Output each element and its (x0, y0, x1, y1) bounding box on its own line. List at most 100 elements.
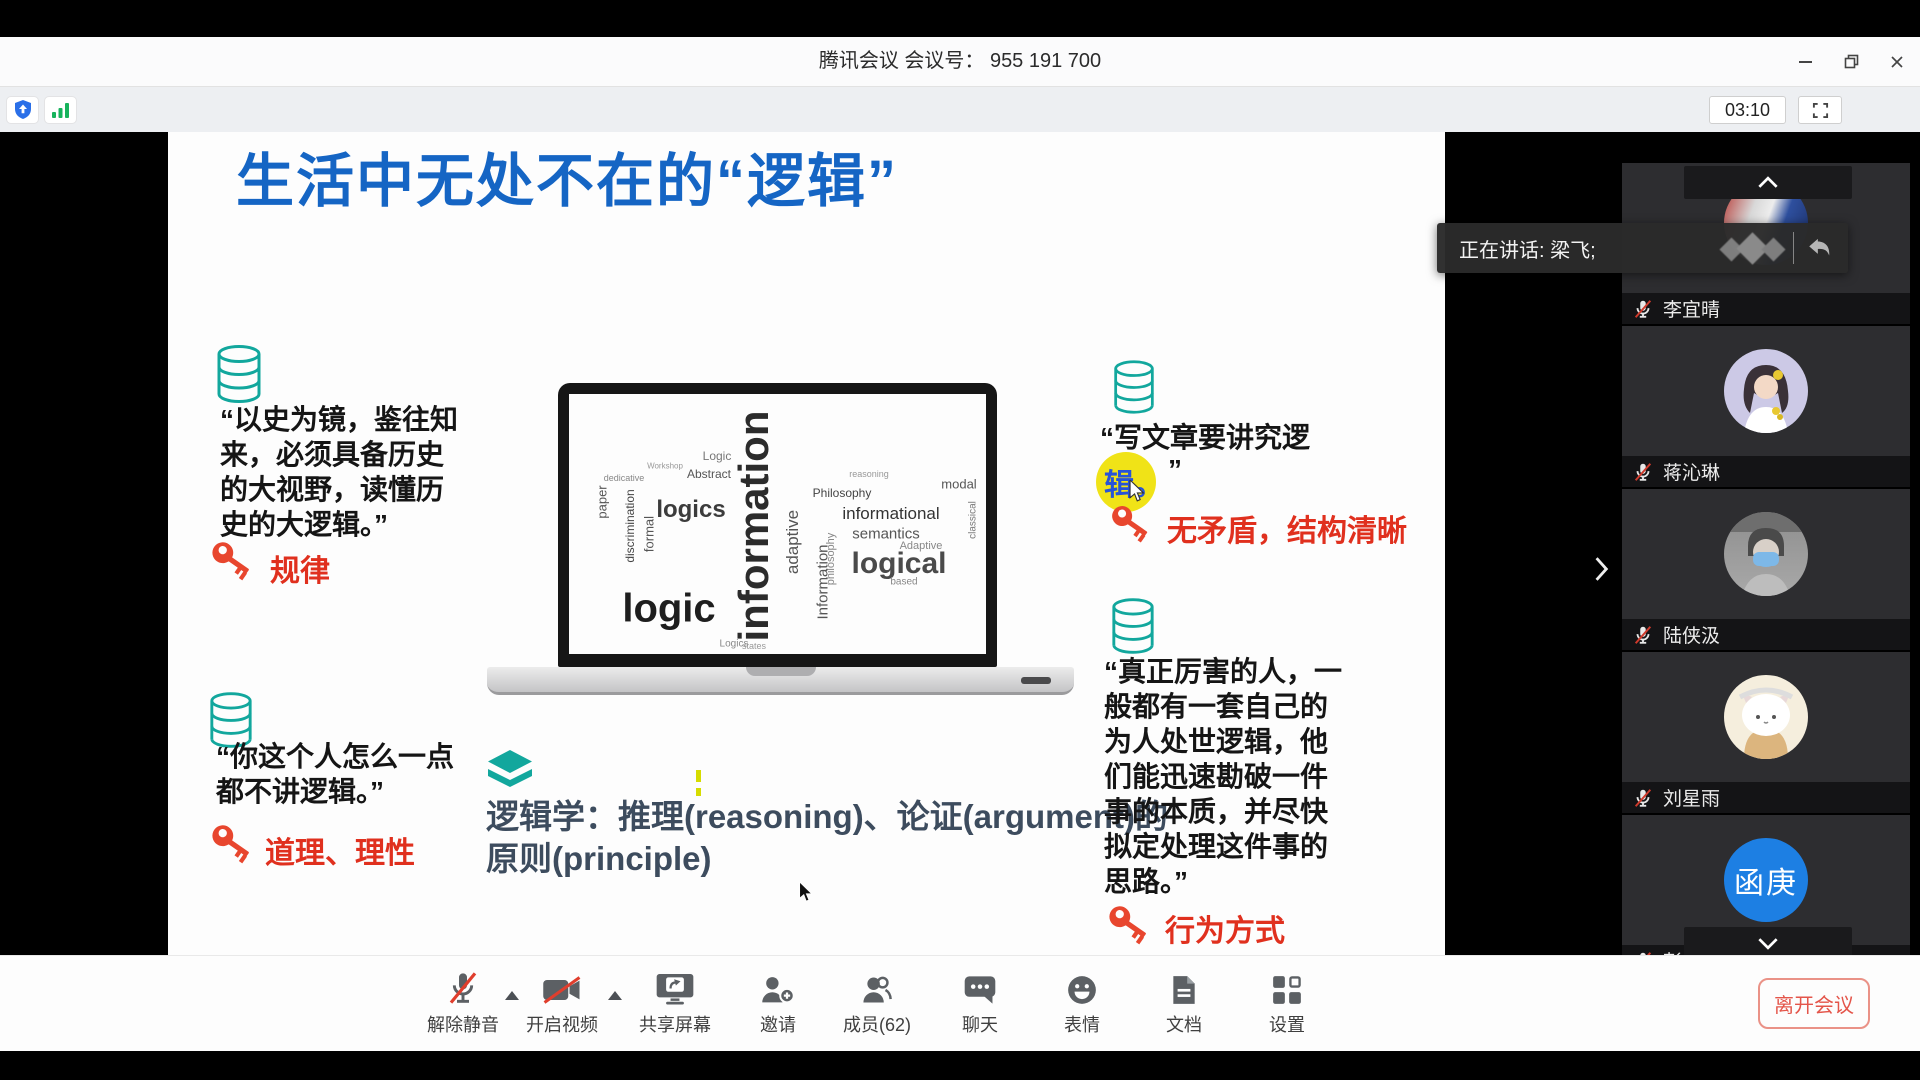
avatar: 函庚 (1724, 838, 1808, 922)
participant-tile[interactable]: 刘星雨 (1622, 652, 1910, 813)
word-cloud-word: discrimination (623, 489, 637, 562)
word-cloud-word: Abstract (687, 467, 731, 481)
members-icon (860, 974, 894, 1006)
participant-name: 蒋沁琳 (1663, 458, 1720, 485)
fullscreen-button[interactable] (1798, 96, 1842, 124)
scroll-down-button[interactable] (1684, 927, 1852, 955)
quote-bold: 逻辑 (300, 776, 356, 807)
key-icon (206, 536, 256, 586)
emoji-button[interactable]: 表情 (1042, 966, 1122, 1037)
layers-icon (487, 748, 533, 790)
invite-button[interactable]: 邀请 (738, 966, 818, 1037)
fullscreen-icon (1812, 102, 1829, 119)
pointer-dash (696, 788, 701, 796)
unmute-button[interactable]: 解除静音 (423, 966, 503, 1037)
chevron-up-icon (1757, 176, 1779, 189)
participant-tile[interactable]: 蒋沁琳 (1622, 326, 1910, 487)
avatar (1724, 349, 1808, 433)
chat-button[interactable]: 聊天 (940, 966, 1020, 1037)
participant-name: 陆侠汲 (1663, 621, 1720, 648)
toolbar-label: 邀请 (760, 1011, 796, 1037)
minimize-icon (1799, 61, 1812, 63)
participants-sidebar: 李宜晴 (1622, 163, 1910, 955)
participant-tile[interactable]: 陆侠汲 (1622, 489, 1910, 650)
word-cloud-word: informational (842, 504, 939, 524)
minimize-button[interactable] (1782, 37, 1828, 86)
laptop-base (487, 667, 1074, 695)
quote-bold: 逻 (1282, 422, 1310, 453)
tencent-meeting-window: 腾讯会议 会议号： 955 191 700 (0, 0, 1920, 1080)
quote-powerful: “真正厉害的人，一般都有一套自己的为人处世逻辑，他们能迅速勘破一件事的本质，并尽… (1104, 654, 1352, 899)
video-options-arrow[interactable] (608, 991, 622, 1000)
mic-options-arrow[interactable] (505, 991, 519, 1000)
participant-video (1622, 489, 1910, 619)
word-cloud-word: formal (642, 516, 657, 552)
key-icon (1106, 500, 1154, 548)
toolbar-label: 成员(62) (843, 1011, 911, 1037)
members-button[interactable]: 成员(62) (837, 966, 917, 1037)
participant-name: 刘星雨 (1663, 784, 1720, 811)
speaking-text: 正在讲话: 梁飞; (1437, 234, 1596, 263)
pointer-dash (696, 770, 701, 782)
participant-name: 李宜晴 (1663, 295, 1720, 322)
docs-button[interactable]: 文档 (1144, 966, 1224, 1037)
closing-quote: ” (1168, 454, 1182, 486)
word-cloud-word: based (890, 577, 917, 588)
sidebar-expand-chevron-icon[interactable] (1594, 556, 1610, 582)
chevron-down-icon (1757, 937, 1779, 950)
bottom-toolbar: 解除静音 开启视频 (0, 955, 1920, 1051)
word-cloud-word: Logic (703, 449, 732, 463)
avatar (1724, 512, 1808, 596)
close-button[interactable] (1874, 37, 1920, 86)
chat-bubble-icon (963, 974, 997, 1006)
mic-muted-icon (1632, 624, 1654, 646)
restore-button[interactable] (1828, 37, 1874, 86)
word-cloud-word: Workshop (647, 462, 683, 471)
word-cloud: informationlogiclogicsLogiclogicalinform… (569, 394, 986, 654)
quote-bold: 逻辑 (304, 509, 360, 540)
key-icon (1103, 900, 1153, 950)
settings-button[interactable]: 设置 (1247, 966, 1327, 1037)
security-level-button[interactable] (6, 96, 39, 124)
key-icon (206, 819, 256, 869)
database-icon (1112, 360, 1156, 414)
screen-share-icon (655, 972, 695, 1006)
meeting-topbar: 03:10 (0, 86, 1920, 132)
mic-muted-icon (1632, 298, 1654, 320)
main-area: 生活中无处不在的“逻辑” “以史为镜，鉴往知来，必须具备历史的大视野，读懂历史的… (0, 132, 1920, 955)
word-cloud-word: adaptive (783, 510, 803, 574)
database-icon (215, 345, 263, 403)
mic-muted-icon (1632, 461, 1654, 483)
participant-name-bar: 蒋沁琳 (1622, 456, 1910, 487)
notification-divider (1793, 232, 1794, 264)
toolbar-label: 设置 (1269, 1011, 1305, 1037)
logo-diamonds-icon (1721, 230, 1787, 266)
close-icon (1890, 55, 1904, 69)
word-cloud-word: states (742, 641, 766, 651)
keyword-structure: 无矛盾，结构清晰 (1167, 506, 1407, 550)
word-cloud-word: information (730, 411, 778, 642)
laptop-notch (746, 667, 816, 676)
network-quality-button[interactable] (44, 96, 77, 124)
reply-arrow-icon[interactable] (1806, 236, 1834, 260)
document-icon (1170, 974, 1198, 1006)
word-cloud-word: Philosophy (813, 486, 872, 500)
word-cloud-word: classical (968, 501, 979, 539)
settings-grid-icon (1271, 974, 1303, 1006)
word-cloud-word: Adaptive (900, 540, 943, 552)
window-title: 腾讯会议 会议号： 955 191 700 (0, 37, 1920, 86)
leave-meeting-button[interactable]: 离开会议 (1758, 978, 1870, 1029)
scroll-up-button[interactable] (1684, 166, 1852, 199)
participant-video (1622, 652, 1910, 782)
quote-person: “你这个人怎么一点都不讲逻辑。” (216, 739, 466, 809)
word-cloud-word: reasoning (849, 469, 889, 479)
word-cloud-word: logic (622, 587, 715, 632)
share-screen-button[interactable]: 共享屏幕 (635, 966, 715, 1037)
start-video-button[interactable]: 开启视频 (522, 966, 602, 1037)
laptop-image: informationlogiclogicsLogiclogicalinform… (558, 383, 997, 667)
network-signal-icon (51, 101, 71, 119)
participant-video (1622, 326, 1910, 456)
speaking-notification: 正在讲话: 梁飞; (1437, 223, 1848, 273)
invite-person-plus-icon (760, 974, 796, 1006)
quote-text: 。” (356, 776, 384, 807)
